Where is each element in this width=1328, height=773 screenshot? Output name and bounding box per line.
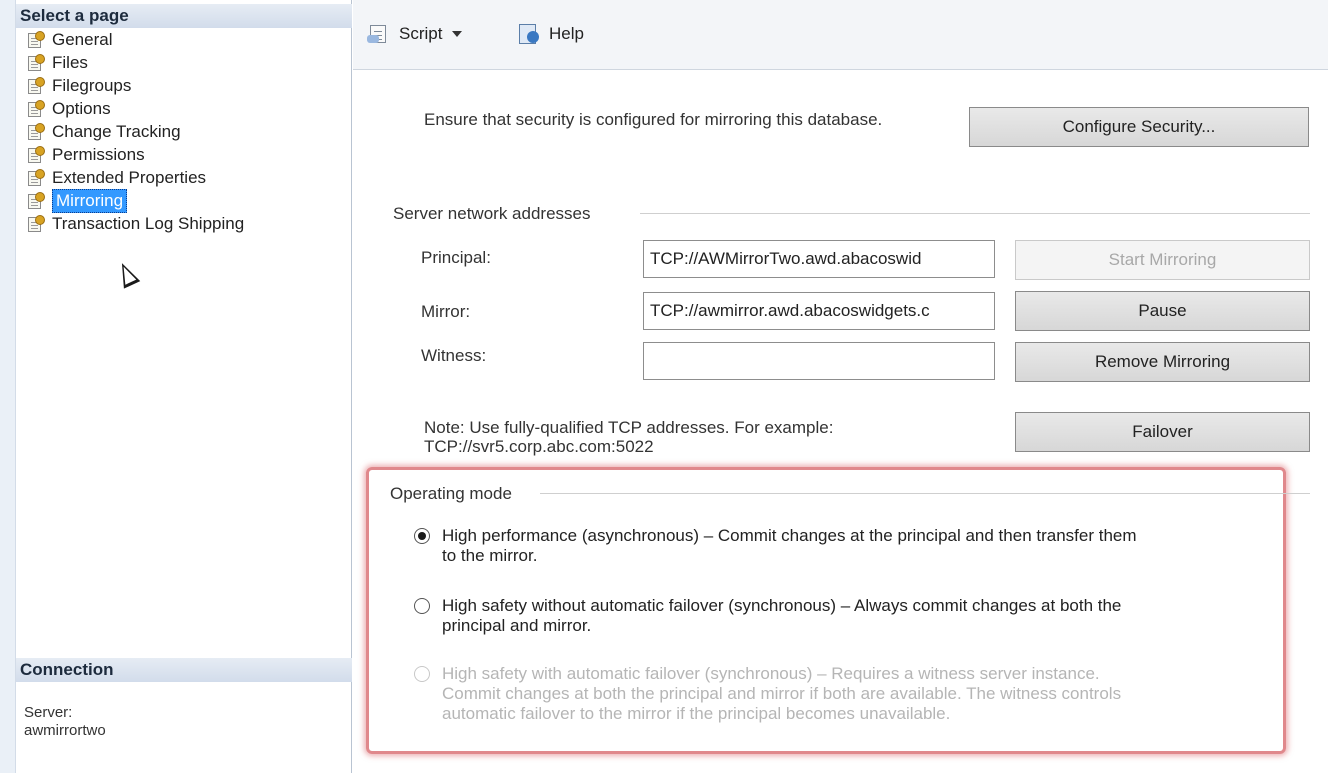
page-item-label: Transaction Log Shipping xyxy=(52,213,245,233)
mode-high-safety-automatic-option: High safety with automatic failover (syn… xyxy=(414,664,1121,724)
page-item-general[interactable]: General xyxy=(26,28,244,51)
principal-address-input[interactable] xyxy=(643,240,995,278)
mouse-cursor-icon xyxy=(113,259,141,289)
option-text: High safety with automatic failover (syn… xyxy=(442,664,1121,724)
configure-security-button[interactable]: Configure Security... xyxy=(969,107,1309,147)
page-item-label: Options xyxy=(52,98,111,118)
page-item-transaction-log-shipping[interactable]: Transaction Log Shipping xyxy=(26,212,244,235)
option-line: automatic failover to the mirror if the … xyxy=(442,704,951,723)
help-button[interactable]: Help xyxy=(517,20,584,48)
script-label: Script xyxy=(399,24,443,43)
page-icon xyxy=(26,122,46,141)
server-network-addresses-label: Server network addresses xyxy=(393,204,591,223)
page-item-files[interactable]: Files xyxy=(26,51,244,74)
note-line: Note: Use fully-qualified TCP addresses.… xyxy=(424,418,834,437)
page-item-label: Filegroups xyxy=(52,75,132,95)
security-text: Ensure that security is configured for m… xyxy=(424,110,883,129)
page-item-extended-properties[interactable]: Extended Properties xyxy=(26,166,244,189)
connection-info: Server: awmirrortwo xyxy=(24,704,106,740)
remove-mirroring-button[interactable]: Remove Mirroring xyxy=(1015,342,1310,382)
option-text: High safety without automatic failover (… xyxy=(442,596,1121,636)
note-line: TCP://svr5.corp.abc.com:5022 xyxy=(424,437,654,456)
page-icon xyxy=(26,76,46,95)
page-icon xyxy=(26,145,46,164)
radio-button-disabled xyxy=(414,666,430,682)
page-icon xyxy=(26,30,46,49)
help-icon xyxy=(517,23,541,45)
page-item-label: Extended Properties xyxy=(52,167,207,187)
witness-label: Witness: xyxy=(421,346,487,365)
mode-high-performance-option[interactable]: High performance (asynchronous) – Commit… xyxy=(414,526,1137,566)
page-icon xyxy=(26,168,46,187)
mirror-label: Mirror: xyxy=(421,302,471,321)
page-item-label: General xyxy=(52,29,113,49)
chevron-down-icon[interactable] xyxy=(452,31,463,37)
page-item-label: Change Tracking xyxy=(52,121,181,141)
option-line: principal and mirror. xyxy=(442,616,592,635)
option-line: High safety without automatic failover (… xyxy=(442,596,1122,615)
page-item-options[interactable]: Options xyxy=(26,97,244,120)
principal-label: Principal: xyxy=(421,248,491,267)
page-list: General Files Filegroups Options Change … xyxy=(26,28,244,235)
mirror-address-input[interactable] xyxy=(643,292,995,330)
server-value: awmirrortwo xyxy=(24,722,106,739)
witness-address-input[interactable] xyxy=(643,342,995,380)
start-mirroring-button[interactable]: Start Mirroring xyxy=(1015,240,1310,280)
group-divider xyxy=(640,213,1310,214)
page-item-label: Mirroring xyxy=(52,188,128,213)
page-icon xyxy=(26,191,46,210)
option-text: High performance (asynchronous) – Commit… xyxy=(442,526,1137,566)
group-divider xyxy=(540,493,1310,494)
operating-mode-label: Operating mode xyxy=(390,484,512,503)
connection-header: Connection xyxy=(16,658,352,682)
page-item-label: Permissions xyxy=(52,144,145,164)
radio-button-checked[interactable] xyxy=(414,528,430,544)
radio-button[interactable] xyxy=(414,598,430,614)
failover-button[interactable]: Failover xyxy=(1015,412,1310,452)
server-label: Server: xyxy=(24,704,73,721)
script-icon xyxy=(367,23,391,45)
mode-high-safety-manual-option[interactable]: High safety without automatic failover (… xyxy=(414,596,1121,636)
pause-button[interactable]: Pause xyxy=(1015,291,1310,331)
page-item-change-tracking[interactable]: Change Tracking xyxy=(26,120,244,143)
select-page-header: Select a page xyxy=(16,4,352,28)
page-item-mirroring[interactable]: Mirroring xyxy=(26,188,244,213)
sidebar: Select a page General Files Filegroups O… xyxy=(0,0,352,773)
option-line: Commit changes at both the principal and… xyxy=(442,684,1122,703)
page-icon xyxy=(26,214,46,233)
page-icon xyxy=(26,99,46,118)
script-button[interactable]: Script xyxy=(367,20,463,48)
option-line: High safety with automatic failover (syn… xyxy=(442,664,1100,683)
toolbar: Script Help xyxy=(353,0,1328,70)
page-item-permissions[interactable]: Permissions xyxy=(26,143,244,166)
help-label: Help xyxy=(549,24,584,43)
option-line: to the mirror. xyxy=(442,546,538,565)
page-icon xyxy=(26,53,46,72)
tcp-address-note: Note: Use fully-qualified TCP addresses.… xyxy=(424,418,984,456)
option-line: High performance (asynchronous) – Commit… xyxy=(442,526,1137,545)
sidebar-accent-strip xyxy=(0,0,16,773)
page-item-filegroups[interactable]: Filegroups xyxy=(26,74,244,97)
page-item-label: Files xyxy=(52,52,88,72)
